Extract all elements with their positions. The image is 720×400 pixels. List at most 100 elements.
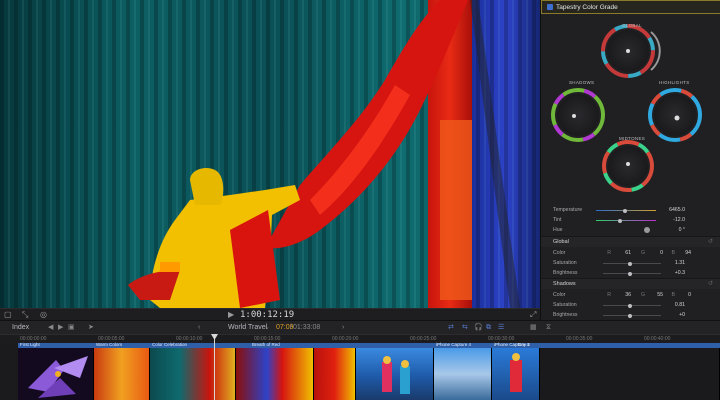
forward-icon[interactable]: ▶ [58,323,63,333]
b-channel-label: B [671,250,675,256]
brightness-value[interactable]: +0.3 [675,268,685,278]
clip-iphone-capture-b[interactable] [434,348,492,400]
clip-warm-colors[interactable] [94,348,150,400]
tint-value[interactable]: -12.0 [673,215,685,225]
temperature-label: Temperature [553,207,583,213]
clip-breath-of-red[interactable] [236,348,314,400]
shadows-color-wheel[interactable] [551,88,605,142]
temperature-slider[interactable] [596,208,656,213]
ruler-tick-label: 00:00:25:00 [410,336,437,342]
global-color-wheel[interactable] [601,24,661,78]
brightness-row: Brightness +0 [541,310,720,320]
app-window: ▢ ⤡ ◎ ▶ 1:00:12:19 ⤢ Tapestry Color Grad… [0,0,720,400]
clip-red-2[interactable] [314,348,356,400]
effect-enable-checkbox[interactable] [547,4,553,10]
color-row: Color R 36 G 55 B 0 [541,290,720,300]
hue-dial-icon[interactable] [644,227,650,233]
color-label: Color [553,292,566,298]
b-value[interactable]: 0 [688,290,691,300]
g-channel-label: G [640,292,645,298]
highlights-wheel-label: HIGHLIGHTS [659,80,690,85]
brightness-slider[interactable] [603,313,661,318]
tint-slider[interactable] [596,218,656,223]
effect-title[interactable]: Tapestry Color Grade [556,3,618,12]
r-value[interactable]: 61 [625,248,631,258]
hue-value[interactable]: 0 ° [679,225,685,235]
fullscreen-icon[interactable]: ⤢ [530,310,536,320]
ruler-tick-label: 00:00:35:00 [566,336,593,342]
connect-icon[interactable]: ▣ [68,323,75,333]
viewer-transport-bar: ▢ ⤡ ◎ ▶ 1:00:12:19 ⤢ [0,308,540,320]
saturation-slider[interactable] [603,261,661,266]
global-wheel-label: GLOBAL [622,23,642,28]
midtones-color-wheel[interactable] [602,140,654,192]
ruler-tick-label: 00:00:40:00 [644,336,671,342]
viewer-frame [0,0,540,308]
saturation-value[interactable]: 0.81 [675,300,685,310]
playhead[interactable] [214,334,215,400]
transitions-browser-icon[interactable]: ⧖ [546,323,551,333]
next-project-icon[interactable]: › [342,323,344,333]
video-viewer[interactable] [0,0,540,308]
snapping-icon[interactable]: ⇆ [462,323,468,333]
brightness-value[interactable]: +0 [679,310,685,320]
color-row: Color R 61 G 0 B 94 [541,248,720,258]
color-tool-icon[interactable]: ◎ [40,310,47,320]
section-title: Shadows [553,281,576,287]
temperature-row: Temperature 6465.0 [541,205,720,215]
timeline-divider: / [290,324,292,331]
g-value[interactable]: 0 [660,248,663,258]
section-header-global[interactable]: Global ↺ [541,236,720,247]
brightness-label: Brightness [553,270,578,276]
transform-tool-icon[interactable]: ⤡ [22,310,28,320]
select-tool-icon[interactable]: ➤ [88,323,94,333]
b-value[interactable]: 94 [685,248,691,258]
saturation-label: Saturation [553,260,577,266]
hue-label: Hue [553,227,563,233]
saturation-value[interactable]: 1.31 [675,258,685,268]
g-value[interactable]: 55 [657,290,663,300]
brightness-slider[interactable] [603,271,661,276]
saturation-slider[interactable] [603,303,661,308]
clip-iphone-capture-a[interactable] [356,348,434,400]
play-button[interactable]: ▶ [228,310,234,320]
primary-storyline[interactable] [18,348,720,400]
clip-color-celebration[interactable] [150,348,236,400]
prev-project-icon[interactable]: ‹ [198,323,200,333]
index-button[interactable]: Index [12,323,29,333]
effect-header[interactable]: Tapestry Color Grade [541,0,720,14]
project-menu-chevron-icon[interactable]: ⌄ [264,323,270,333]
effects-browser-icon[interactable]: ▦ [530,323,537,333]
color-label: Color [553,250,566,256]
solo-icon[interactable]: ⧉ [486,323,491,333]
audio-skimming-icon[interactable]: ⇄ [448,323,454,333]
r-value[interactable]: 36 [625,290,631,300]
shadows-wheel-label: SHADOWS [569,80,595,85]
brightness-label: Brightness [553,312,578,318]
g-channel-label: G [640,250,645,256]
section-title: Global [553,239,569,245]
clip-day-3[interactable] [492,348,540,400]
clip-appearance-icon[interactable]: ☰ [498,323,504,333]
b-channel-label: B [671,292,675,298]
r-channel-label: R [607,250,611,256]
hue-row: Hue 0 ° [541,225,720,235]
ruler-tick-label: 00:00:20:00 [332,336,359,342]
highlights-color-wheel[interactable] [648,88,702,142]
back-icon[interactable]: ◀ [48,323,53,333]
reset-icon[interactable]: ↺ [708,279,713,289]
color-wheels-panel [551,24,702,192]
temperature-value[interactable]: 6465.0 [669,205,685,215]
reset-icon[interactable]: ↺ [708,237,713,247]
project-name[interactable]: World Travel [228,323,267,333]
r-channel-label: R [607,292,611,298]
brightness-row: Brightness +0.3 [541,268,720,278]
saturation-row: Saturation 0.81 [541,300,720,310]
headphones-icon[interactable]: 🎧 [474,323,483,333]
clip-first-light[interactable] [18,348,94,400]
tint-row: Tint -12.0 [541,215,720,225]
tint-label: Tint [553,217,562,223]
section-header-shadows[interactable]: Shadows ↺ [541,278,720,289]
saturation-label: Saturation [553,302,577,308]
view-options-icon[interactable]: ▢ [4,310,12,320]
